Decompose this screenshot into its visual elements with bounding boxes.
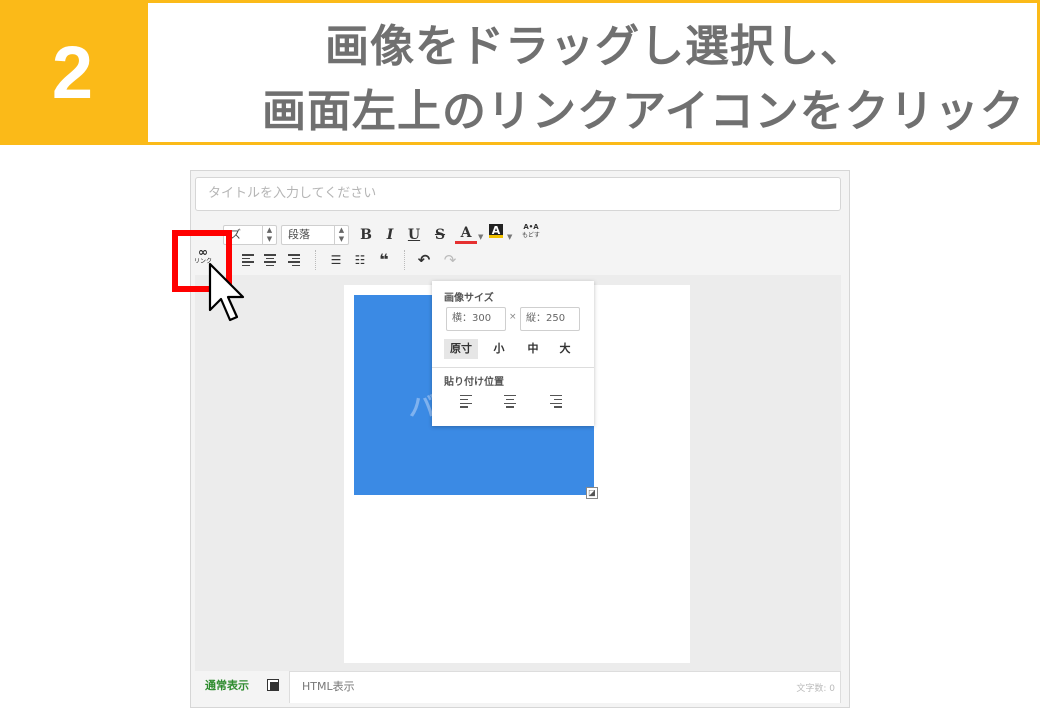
popup-divider — [432, 367, 594, 368]
post-title-input[interactable]: タイトルを入力してください — [195, 177, 841, 211]
furigana-label-top: A•A — [523, 223, 539, 231]
editor-footer: 通常表示 HTML表示 文字数: 0 — [195, 671, 841, 703]
resize-handle-icon[interactable]: ◪ — [586, 487, 598, 499]
editor-page[interactable]: バ ◪ 画像サイズ 横：300 × 縦：250 原寸 小 中 大 貼り付け位置 — [344, 281, 690, 663]
image-height-input[interactable]: 縦：250 — [520, 307, 580, 331]
image-width-input[interactable]: 横：300 — [446, 307, 506, 331]
furigana-button[interactable]: A•A もどす — [519, 223, 543, 240]
toolbar-separator — [315, 250, 316, 270]
tab-html-view[interactable]: HTML表示 — [289, 671, 841, 703]
instruction-line-1: 画像をドラッグし選択し、 — [325, 21, 865, 72]
size-large-button[interactable]: 大 — [554, 339, 576, 359]
bullet-list-icon: ☰ — [330, 253, 342, 267]
paragraph-select-value: 段落 — [288, 228, 310, 241]
toolbar-separator — [404, 250, 405, 270]
char-count: 文字数: 0 — [796, 684, 835, 694]
align-center-icon — [264, 254, 276, 266]
align-center-button[interactable] — [259, 249, 281, 271]
paragraph-select[interactable]: 段落 ▲ ▼ — [281, 225, 349, 245]
align-right-icon — [288, 254, 300, 266]
image-size-heading: 画像サイズ — [444, 293, 494, 304]
step-badge: 2 — [0, 0, 145, 145]
bullet-list-button[interactable]: ☰ — [325, 249, 347, 271]
editor-toolbar: ズ ▲▼ 段落 ▲▼ B I U S A ▼ A ▼ A•A もどす ☰ ☷ — [195, 219, 841, 275]
dimension-times-sign: × — [509, 312, 517, 322]
strikethrough-button[interactable]: S — [429, 224, 451, 246]
font-color-button[interactable]: A — [455, 224, 477, 244]
select-arrow-icon: ▲ ▼ — [334, 226, 348, 244]
font-color-caret-icon[interactable]: ▼ — [478, 233, 483, 241]
italic-button[interactable]: I — [379, 224, 401, 246]
image-align-left-button[interactable] — [460, 395, 478, 409]
size-original-button[interactable]: 原寸 — [444, 339, 478, 359]
image-align-right-button[interactable] — [550, 395, 568, 409]
instruction-line-2: 画面左上のリンクアイコンをクリック — [262, 86, 1025, 137]
redo-button[interactable]: ↷ — [439, 249, 461, 271]
size-small-button[interactable]: 小 — [488, 339, 510, 359]
mouse-cursor-icon — [208, 262, 245, 322]
editor-content-area[interactable]: バ ◪ 画像サイズ 横：300 × 縦：250 原寸 小 中 大 貼り付け位置 — [195, 275, 841, 671]
size-medium-button[interactable]: 中 — [522, 339, 544, 359]
select-arrow-icon: ▲ ▼ — [262, 226, 276, 244]
align-right-button[interactable] — [283, 249, 305, 271]
blog-editor: タイトルを入力してください ズ ▲ ▼ 段落 ▲ ▼ B I U S A ▼ A ▼… — [190, 170, 850, 708]
step-number: 2 — [51, 31, 94, 114]
numbered-list-button[interactable]: ☷ — [349, 249, 371, 271]
furigana-label-bottom: もどす — [522, 232, 540, 239]
copy-icon[interactable] — [267, 679, 279, 691]
numbered-list-icon: ☷ — [354, 253, 366, 267]
background-color-button[interactable]: A — [489, 224, 503, 238]
blockquote-button[interactable]: ❝ — [373, 249, 395, 271]
undo-button[interactable]: ↶ — [413, 249, 435, 271]
tab-html-view-label: HTML表示 — [302, 680, 355, 693]
background-color-caret-icon[interactable]: ▼ — [507, 233, 512, 241]
image-settings-popup: 画像サイズ 横：300 × 縦：250 原寸 小 中 大 貼り付け位置 — [432, 281, 594, 426]
bold-button[interactable]: B — [355, 224, 377, 246]
underline-button[interactable]: U — [403, 224, 425, 246]
paste-position-heading: 貼り付け位置 — [444, 377, 504, 388]
image-align-center-button[interactable] — [504, 395, 522, 409]
